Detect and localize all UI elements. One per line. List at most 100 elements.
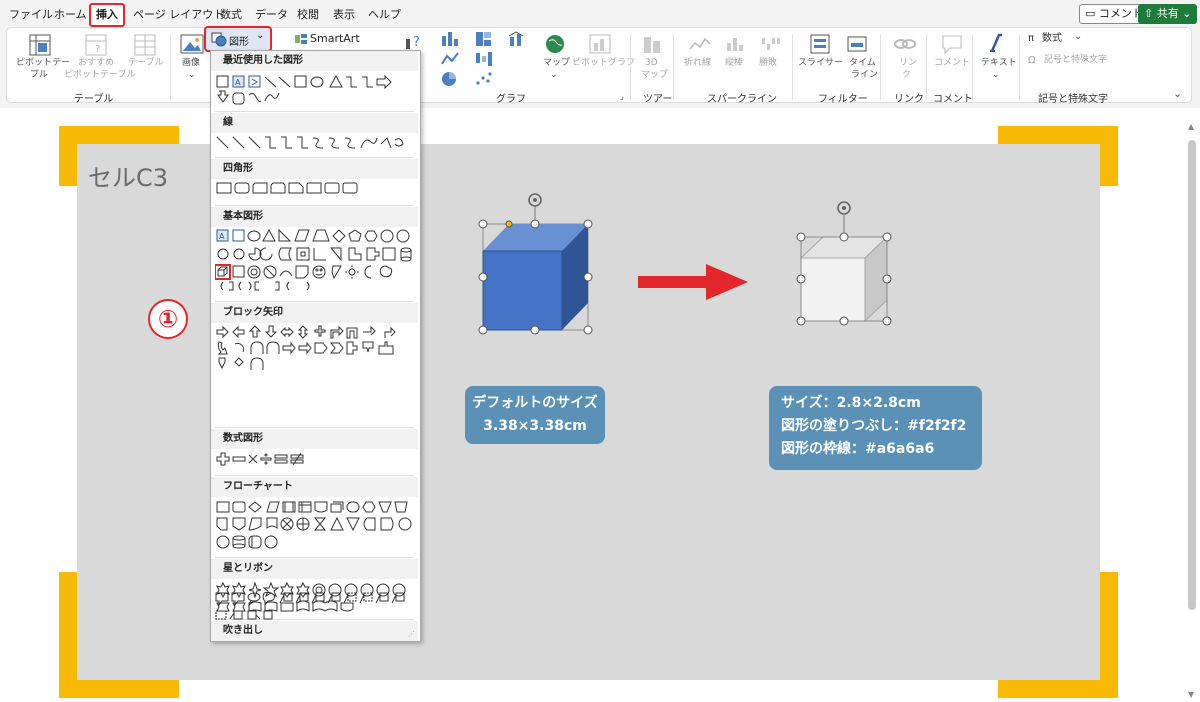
default-cube-shape[interactable] — [470, 186, 600, 346]
scroll-down-icon[interactable]: ▼ — [1188, 690, 1194, 699]
pivot-chart-icon[interactable] — [588, 33, 612, 55]
omega-icon[interactable]: Ω — [1028, 55, 1036, 66]
comment-icon[interactable] — [940, 33, 964, 55]
pivot-chart-label[interactable]: ピボットグラフ — [572, 58, 635, 69]
tab-file[interactable]: ファイル — [9, 6, 53, 22]
corner-bracket — [59, 126, 77, 186]
recommended-pivot-icon[interactable]: ? — [84, 33, 108, 57]
callouts-shapes[interactable] — [214, 591, 414, 627]
section-header-recent: 最近使用した図形 — [211, 51, 418, 71]
bar-chart-icon[interactable] — [440, 30, 460, 48]
hierarchy-chart-icon[interactable] — [474, 30, 494, 48]
sparkline-line-label[interactable]: 折れ線 — [684, 58, 711, 69]
section-header-basic-shapes: 基本図形 — [211, 207, 418, 227]
corner-bracket — [59, 572, 77, 680]
chevron-down-icon[interactable]: ⌄ — [1074, 31, 1082, 42]
sparkline-line-icon[interactable] — [688, 35, 712, 53]
comment-button-label: コメント — [1098, 7, 1143, 20]
link-icon[interactable] — [893, 35, 917, 53]
ribbon-separator — [1019, 34, 1020, 100]
tab-data[interactable]: データ — [255, 6, 288, 22]
pivot-table-label-2[interactable]: ブル — [30, 70, 48, 81]
equation-icon[interactable]: π — [1028, 33, 1034, 44]
text-label[interactable]: テキスト — [981, 58, 1017, 69]
group-label-symbols: 記号と特殊文字 — [1038, 94, 1108, 105]
chevron-down-icon[interactable]: ⌄ — [550, 70, 558, 81]
shapes-button[interactable]: 図形 ⌄ — [204, 26, 272, 52]
comment-label[interactable]: コメント — [934, 58, 970, 69]
image-icon[interactable] — [180, 33, 204, 55]
image-label[interactable]: 画像 — [182, 58, 200, 69]
smartart-label[interactable]: SmartArt — [310, 33, 360, 44]
waterfall-chart-icon[interactable] — [474, 50, 494, 68]
chevron-down-icon: ⌄ — [1182, 7, 1192, 20]
corner-bracket — [59, 126, 179, 144]
scroll-up-icon[interactable]: ▲ — [1188, 122, 1194, 131]
slicer-icon[interactable] — [809, 33, 831, 55]
tab-help[interactable]: ヘルプ — [368, 6, 401, 22]
chevron-down-icon[interactable]: ⌄ — [992, 70, 1000, 81]
sparkline-winloss-label[interactable]: 勝敗 — [759, 58, 777, 69]
pivot-table-label-1[interactable]: ピボットテー — [16, 58, 70, 69]
recent-shapes-row[interactable]: A — [215, 73, 415, 107]
shapes-icon — [211, 32, 227, 47]
timeline-label-1[interactable]: タイム — [849, 58, 876, 69]
ribbon-separator — [972, 34, 973, 100]
sparkline-column-icon[interactable] — [724, 35, 748, 53]
symbol-label[interactable]: 記号と特殊文字 — [1044, 55, 1107, 66]
pie-chart-icon[interactable] — [440, 70, 460, 88]
sparkline-column-label[interactable]: 縦棒 — [725, 58, 743, 69]
timeline-icon[interactable] — [846, 33, 868, 55]
basic-shapes-grid[interactable]: A — [215, 228, 415, 294]
tab-view[interactable]: 表示 — [333, 6, 355, 22]
map-label[interactable]: マップ — [543, 58, 570, 69]
divider — [215, 111, 414, 112]
text-icon[interactable] — [986, 32, 1006, 54]
line-shapes-row[interactable] — [215, 134, 415, 152]
share-button[interactable]: ⇧ 共有 ⌄ — [1138, 4, 1198, 24]
3d-map-label-1[interactable]: 3D — [645, 58, 658, 69]
flowchart-shapes-grid[interactable] — [215, 500, 415, 552]
step-number-badge: ① — [148, 299, 188, 339]
3d-map-icon[interactable] — [641, 33, 665, 55]
section-header-stars-ribbons: 星とリボン — [211, 559, 418, 579]
resize-handle-icon[interactable]: ⋰ — [408, 630, 415, 638]
combo-chart-icon[interactable] — [507, 30, 527, 48]
chevron-down-icon[interactable]: ⌄ — [188, 70, 196, 81]
table-icon[interactable] — [133, 33, 157, 57]
line-chart-icon[interactable] — [440, 50, 460, 68]
svg-text:?: ? — [413, 35, 420, 50]
block-arrows-grid[interactable] — [215, 324, 415, 372]
recommended-pivot-label-2[interactable]: ピボットテーブル — [64, 70, 135, 81]
custom-cube-shape[interactable] — [790, 192, 900, 332]
rectangle-shapes-row[interactable] — [215, 181, 415, 197]
corner-bracket — [1100, 572, 1118, 680]
tab-review[interactable]: 校閲 — [297, 6, 319, 22]
pivot-table-icon[interactable] — [28, 33, 52, 57]
tab-insert[interactable]: 挿入 — [96, 6, 118, 22]
slicer-label[interactable]: スライサー — [798, 58, 843, 69]
recommended-chart-icon[interactable]: ? — [404, 31, 430, 51]
custom-size-note: サイズ：2.8×2.8cm 図形の塗りつぶし：#f2f2f2 図形の枠線：#a6… — [769, 386, 982, 470]
recommended-pivot-label-1[interactable]: おすすめ — [78, 58, 114, 69]
ribbon-collapse-icon[interactable]: ⌄ — [1173, 88, 1182, 99]
sparkline-winloss-icon[interactable] — [759, 35, 783, 53]
3d-map-label-2[interactable]: マップ — [641, 70, 668, 81]
table-label[interactable]: テーブル — [128, 58, 163, 69]
tab-formulas[interactable]: 数式 — [220, 6, 242, 22]
group-label-sparkline: スパークライン — [707, 94, 777, 105]
equation-shapes-row[interactable] — [215, 451, 415, 469]
dialog-launcher-icon[interactable]: ⌟ — [620, 91, 624, 102]
ribbon-separator — [170, 34, 171, 100]
scrollbar-thumb[interactable] — [1188, 140, 1196, 610]
link-label-2[interactable]: ク — [902, 70, 911, 81]
link-label-1[interactable]: リン — [899, 58, 917, 69]
section-header-lines: 線 — [211, 113, 418, 133]
map-icon[interactable] — [544, 33, 566, 55]
smartart-icon[interactable] — [294, 33, 308, 45]
equation-label[interactable]: 数式 — [1042, 33, 1062, 44]
timeline-label-2[interactable]: ライン — [851, 70, 878, 81]
scatter-chart-icon[interactable] — [474, 70, 494, 88]
tab-page-layout[interactable]: ページ レイアウト — [133, 6, 224, 22]
tab-home[interactable]: ホーム — [54, 6, 87, 22]
